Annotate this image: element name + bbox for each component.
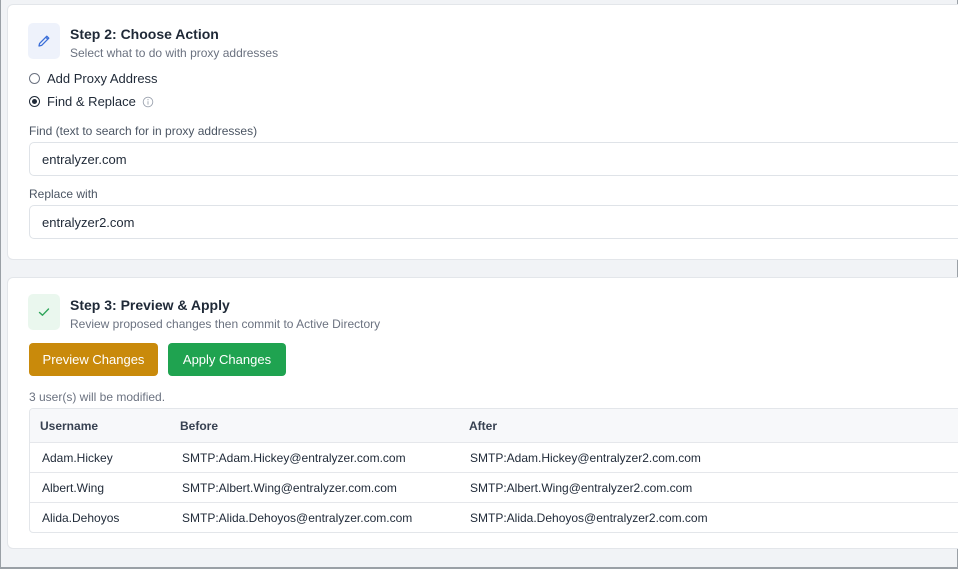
find-label: Find (text to search for in proxy addres… (29, 124, 258, 138)
cell-before: SMTP:Alida.Dehoyos@entralyzer.com.com (182, 510, 413, 525)
step3-card: Step 3: Preview & Apply Review proposed … (7, 277, 958, 549)
header-before: Before (180, 418, 219, 433)
cell-username: Albert.Wing (42, 480, 105, 495)
replace-input[interactable] (29, 205, 958, 239)
header-username: Username (40, 418, 99, 433)
radio-add-proxy[interactable]: Add Proxy Address (29, 71, 158, 86)
cell-before: SMTP:Albert.Wing@entralyzer.com.com (182, 480, 397, 495)
radio-find-replace[interactable]: Find & Replace (29, 94, 154, 109)
cell-username: Adam.Hickey (42, 450, 113, 465)
preview-table: Username Before After Adam.Hickey SMTP:A… (29, 408, 958, 533)
cell-username: Alida.Dehoyos (42, 510, 120, 525)
radio-button[interactable] (29, 96, 40, 107)
radio-button[interactable] (29, 73, 40, 84)
pencil-icon (28, 23, 60, 59)
replace-label: Replace with (29, 187, 98, 201)
cell-after: SMTP:Alida.Dehoyos@entralyzer2.com.com (470, 510, 708, 525)
cell-after: SMTP:Adam.Hickey@entralyzer2.com.com (470, 450, 701, 465)
step3-subtitle: Review proposed changes then commit to A… (70, 317, 381, 331)
preview-changes-button[interactable]: Preview Changes (29, 343, 158, 376)
step2-title: Step 2: Choose Action (70, 26, 219, 42)
radio-label: Find & Replace (47, 94, 136, 109)
step3-title: Step 3: Preview & Apply (70, 297, 230, 313)
table-header: Username Before After (30, 409, 958, 442)
cell-before: SMTP:Adam.Hickey@entralyzer.com.com (182, 450, 406, 465)
header-after: After (469, 418, 498, 433)
table-row: Albert.Wing SMTP:Albert.Wing@entralyzer.… (30, 472, 958, 502)
apply-changes-button[interactable]: Apply Changes (168, 343, 286, 376)
modified-count: 3 user(s) will be modified. (29, 390, 166, 404)
table-row: Alida.Dehoyos SMTP:Alida.Dehoyos@entraly… (30, 502, 958, 532)
cell-after: SMTP:Albert.Wing@entralyzer2.com.com (470, 480, 693, 495)
step3-header: Step 3: Preview & Apply Review proposed … (28, 294, 380, 332)
table-row: Adam.Hickey SMTP:Adam.Hickey@entralyzer.… (30, 442, 958, 472)
radio-label: Add Proxy Address (47, 71, 158, 86)
find-input[interactable] (29, 142, 958, 176)
step2-card: Step 2: Choose Action Select what to do … (7, 4, 958, 260)
check-icon (28, 294, 60, 330)
step2-subtitle: Select what to do with proxy addresses (70, 46, 279, 60)
step2-header: Step 2: Choose Action Select what to do … (28, 23, 278, 61)
info-icon[interactable] (142, 96, 154, 108)
